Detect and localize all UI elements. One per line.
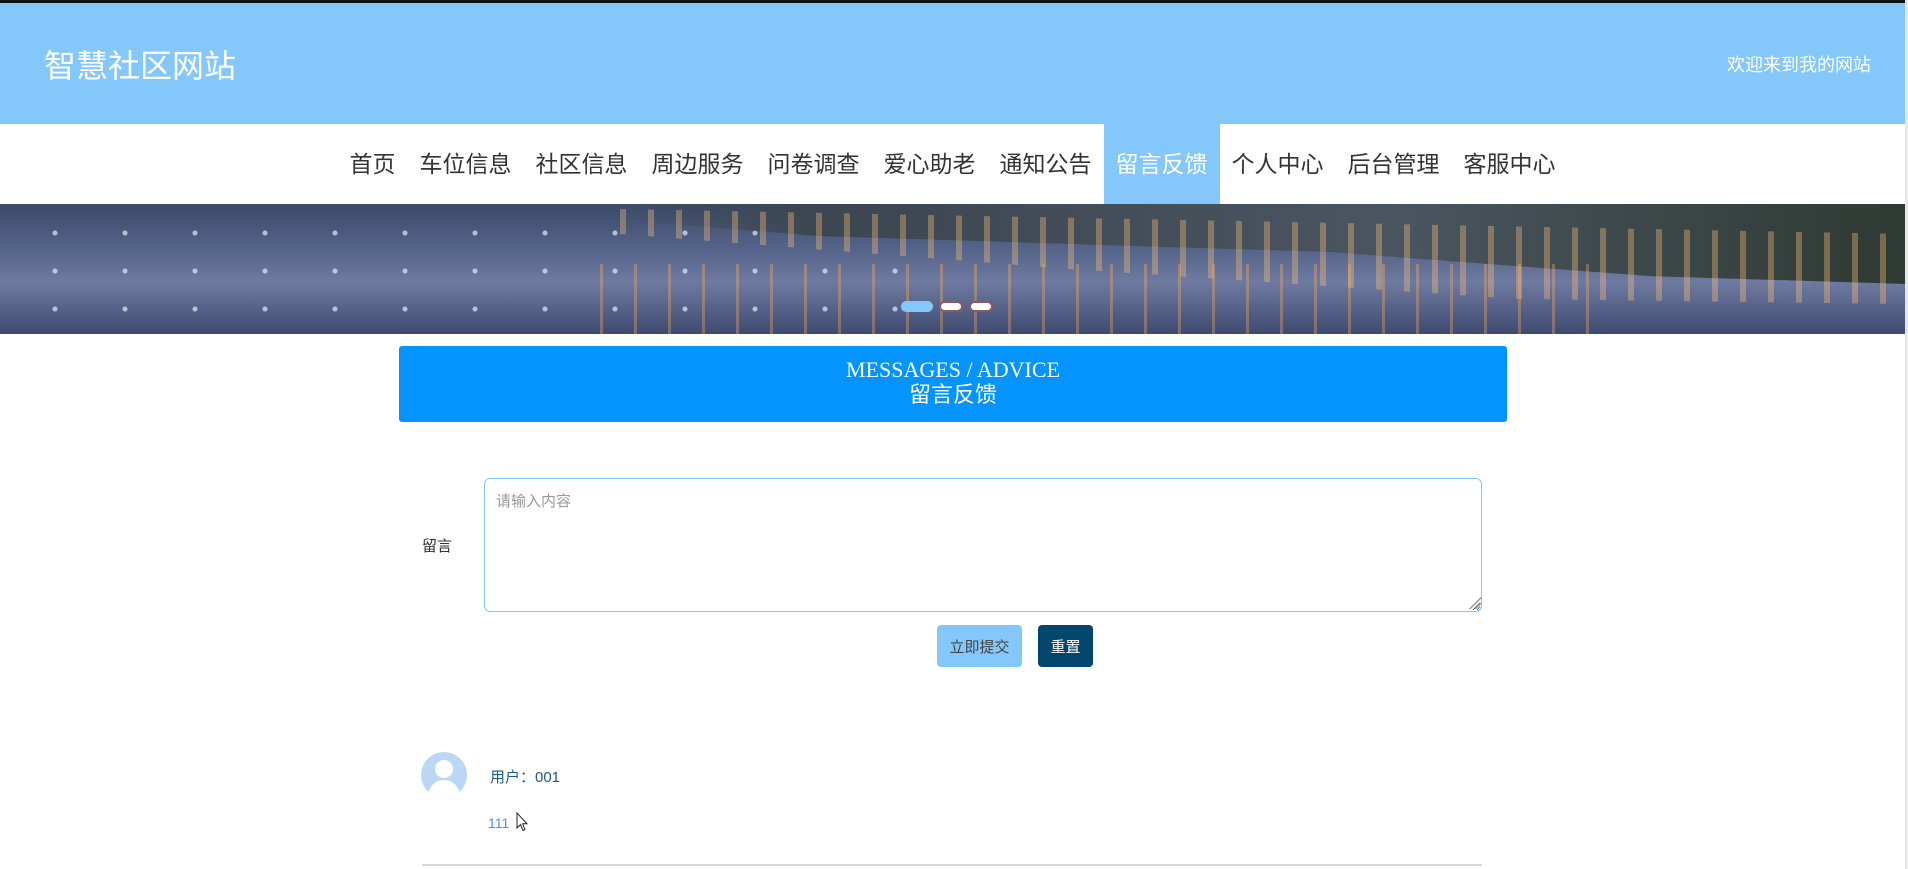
message-user-label: 用户：001 bbox=[490, 769, 561, 786]
nav-item-personal-center[interactable]: 个人中心 bbox=[1220, 124, 1336, 204]
nav-item-elderly-care[interactable]: 爱心助老 bbox=[872, 124, 988, 204]
nav-item-notices[interactable]: 通知公告 bbox=[988, 124, 1104, 204]
message-textarea[interactable] bbox=[484, 478, 1482, 612]
section-title-en: MESSAGES / ADVICE bbox=[846, 357, 1060, 382]
nav-item-admin[interactable]: 后台管理 bbox=[1336, 124, 1452, 204]
carousel-dot-3[interactable] bbox=[969, 301, 993, 312]
carousel-indicators bbox=[901, 301, 993, 312]
nav-item-feedback[interactable]: 留言反馈 bbox=[1103, 124, 1220, 204]
nav-item-customer-service[interactable]: 客服中心 bbox=[1452, 124, 1568, 204]
resize-handle-icon[interactable] bbox=[1469, 597, 1481, 609]
welcome-text: 欢迎来到我的网站 bbox=[1727, 55, 1871, 75]
mouse-cursor-icon bbox=[516, 812, 528, 832]
section-header: MESSAGES / ADVICE 留言反馈 bbox=[399, 346, 1507, 422]
nav-item-home[interactable]: 首页 bbox=[338, 124, 408, 204]
nav-item-parking[interactable]: 车位信息 bbox=[408, 124, 524, 204]
user-avatar-icon bbox=[421, 752, 467, 798]
main-nav: 首页 车位信息 社区信息 周边服务 问卷调查 爱心助老 通知公告 留言反馈 个人… bbox=[0, 124, 1905, 204]
reset-button[interactable]: 重置 bbox=[1038, 625, 1093, 667]
message-divider bbox=[422, 864, 1482, 866]
site-title[interactable]: 智慧社区网站 bbox=[44, 41, 236, 87]
nav-item-survey[interactable]: 问卷调查 bbox=[756, 124, 872, 204]
banner-image-reflection bbox=[600, 264, 1600, 334]
carousel-dot-1[interactable] bbox=[901, 301, 933, 312]
carousel-banner[interactable] bbox=[0, 204, 1905, 334]
carousel-dot-2[interactable] bbox=[939, 301, 963, 312]
submit-button[interactable]: 立即提交 bbox=[937, 625, 1022, 667]
nav-item-nearby-services[interactable]: 周边服务 bbox=[640, 124, 756, 204]
message-label: 留言 bbox=[422, 538, 453, 555]
nav-item-community-info[interactable]: 社区信息 bbox=[524, 124, 640, 204]
site-header: 智慧社区网站 欢迎来到我的网站 bbox=[0, 3, 1905, 124]
message-content: 111 bbox=[488, 815, 510, 831]
section-title-zh: 留言反馈 bbox=[908, 382, 997, 407]
